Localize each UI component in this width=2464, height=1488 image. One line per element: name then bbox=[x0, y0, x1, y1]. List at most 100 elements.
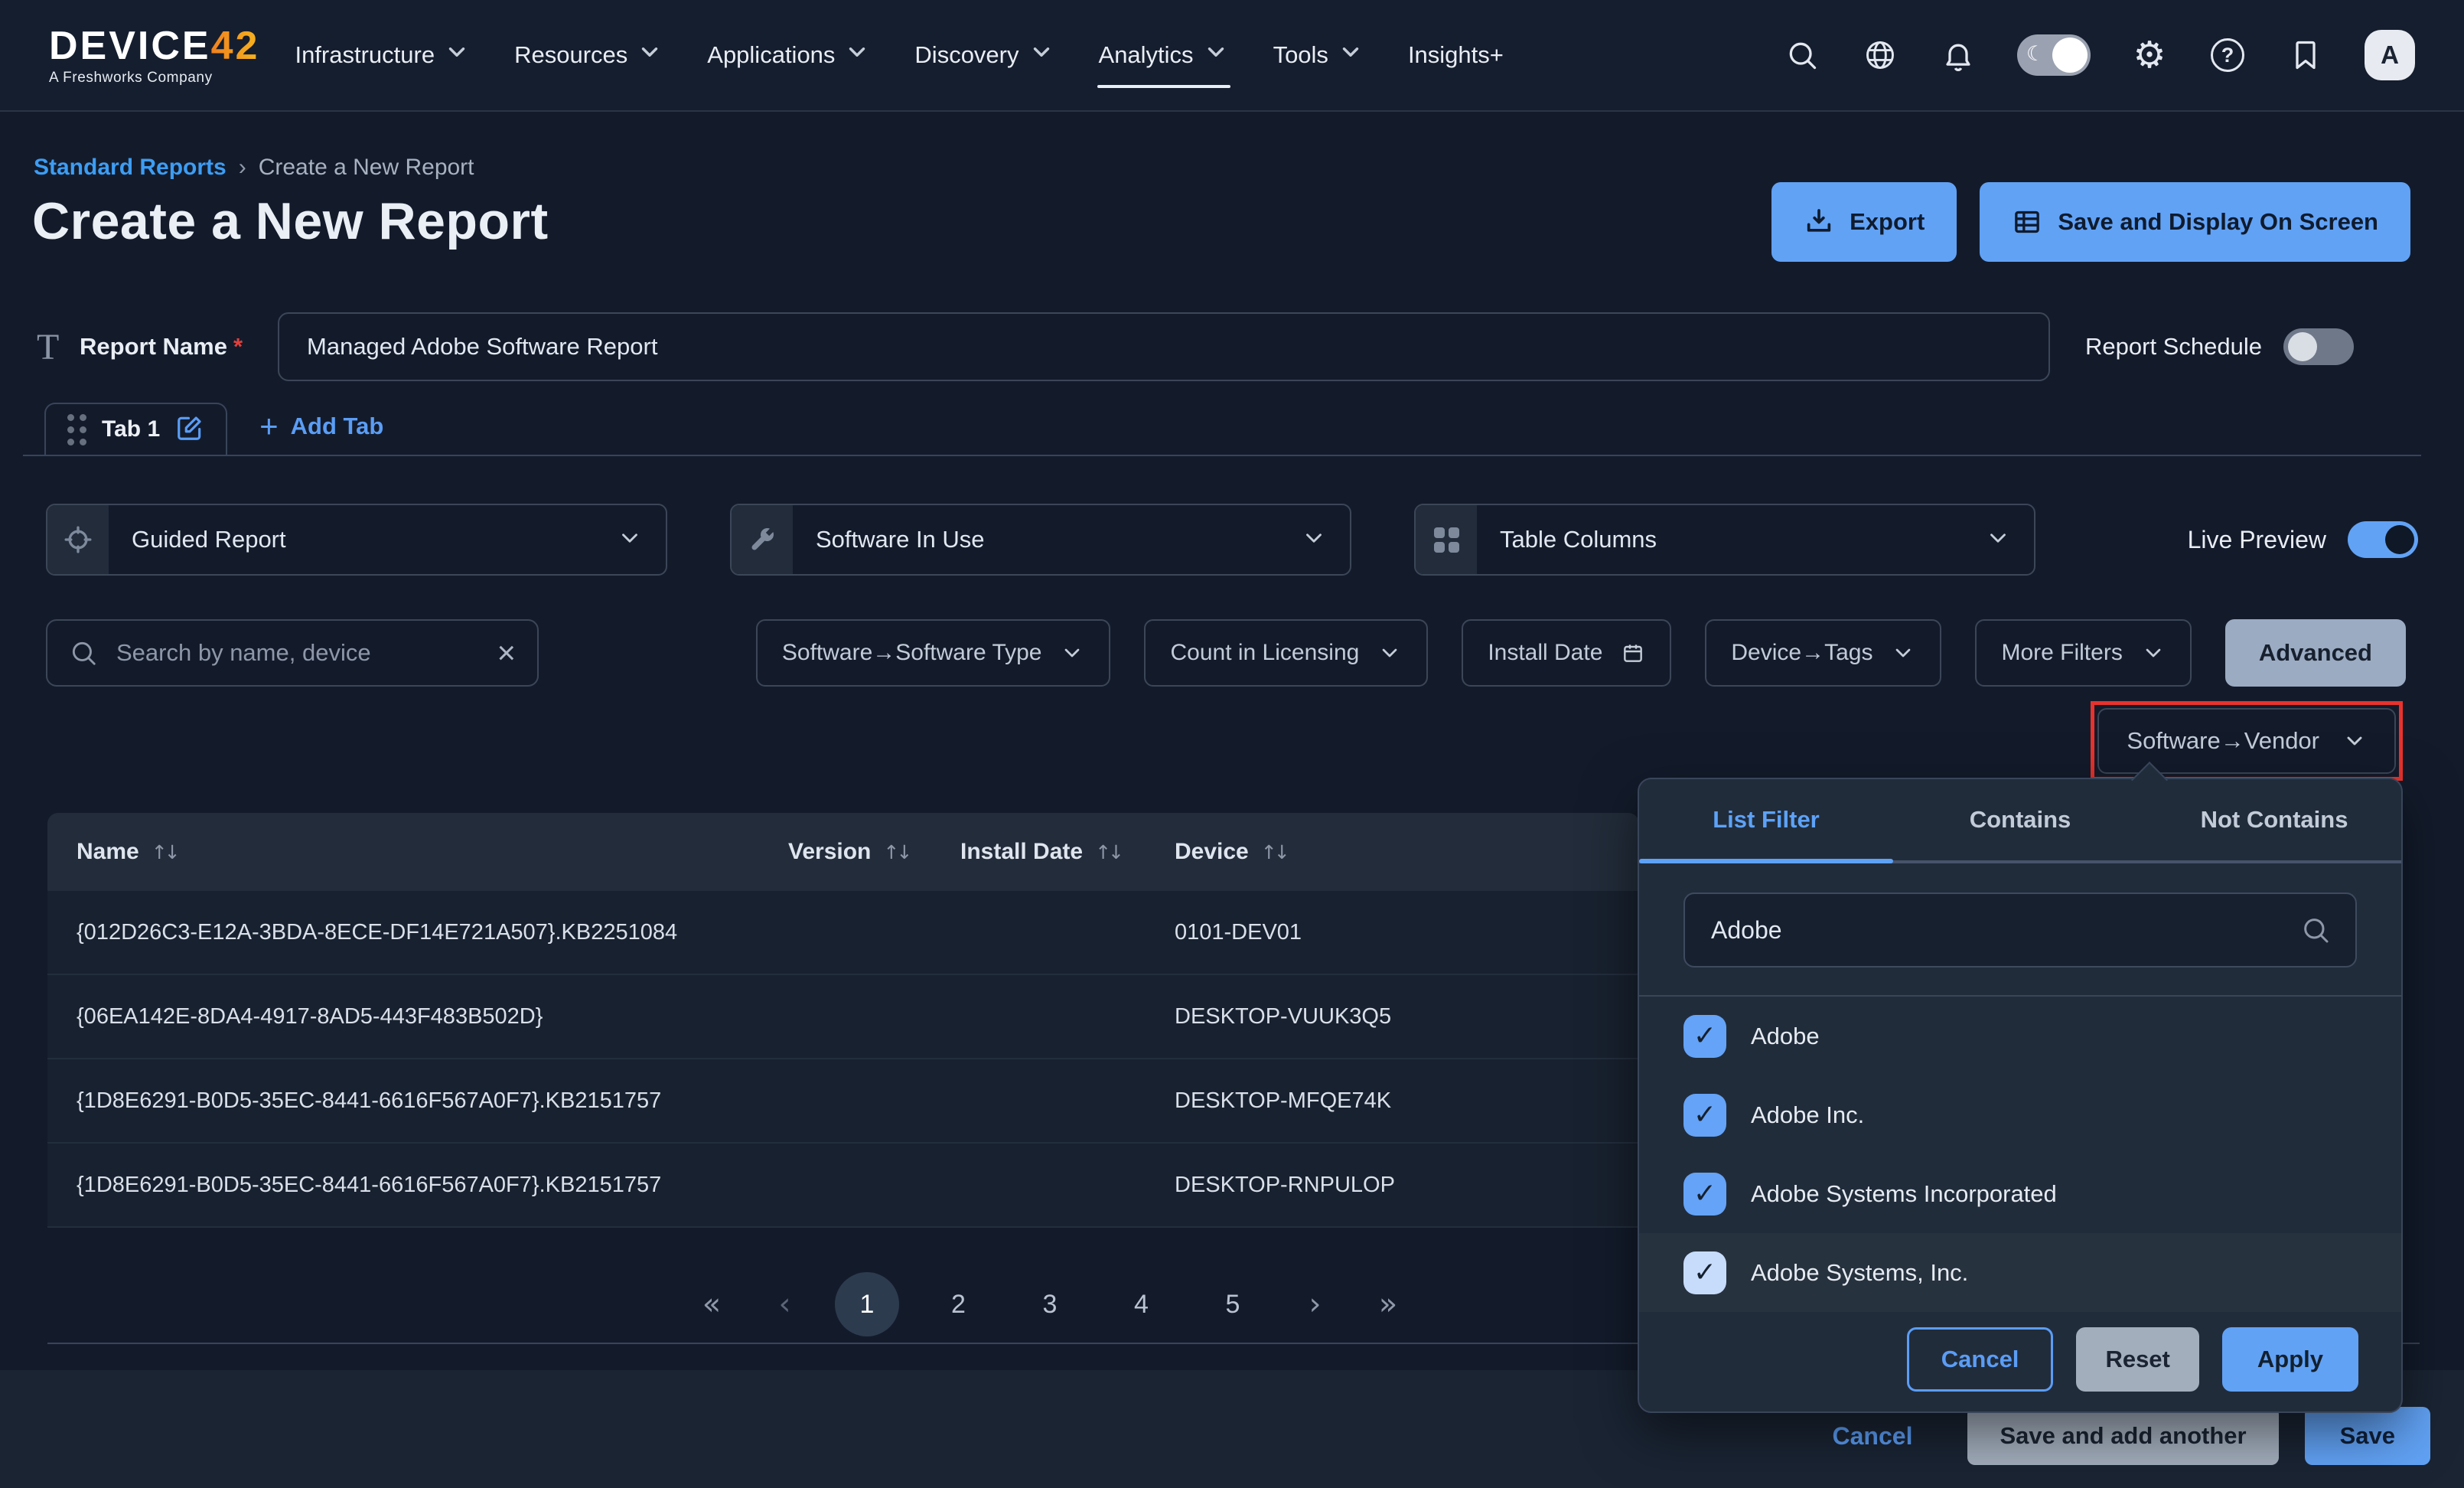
add-tab-button[interactable]: + Add Tab bbox=[259, 410, 383, 442]
filter-count-in-licensing[interactable]: Count in Licensing bbox=[1144, 619, 1428, 687]
list-item-adobe-systems-inc[interactable]: Adobe Systems, Inc. bbox=[1639, 1233, 2401, 1312]
table-row[interactable]: {06EA142E-8DA4-4917-8AD5-443F483B502D} D… bbox=[47, 975, 1639, 1059]
pagination-page-1[interactable]: 1 bbox=[835, 1272, 899, 1336]
clear-search-icon[interactable] bbox=[497, 637, 516, 669]
pagination-first[interactable]: « bbox=[689, 1287, 735, 1322]
checkbox-checked[interactable] bbox=[1683, 1094, 1726, 1137]
tab-contains[interactable]: Contains bbox=[1893, 779, 2147, 860]
top-navbar: DEVICE42 A Freshworks Company Infrastruc… bbox=[0, 0, 2464, 112]
advanced-button[interactable]: Advanced bbox=[2225, 619, 2406, 687]
checkbox-checked[interactable] bbox=[1683, 1015, 1726, 1058]
user-avatar[interactable]: A bbox=[2365, 30, 2415, 80]
checkbox-checked[interactable] bbox=[1683, 1251, 1726, 1294]
nav-item-analytics[interactable]: Analytics bbox=[1099, 27, 1229, 83]
column-header-version[interactable]: Version↑↓ bbox=[788, 839, 960, 865]
nav-item-resources[interactable]: Resources bbox=[514, 27, 663, 83]
brand-name: DEVICE bbox=[49, 24, 211, 68]
filter-install-date[interactable]: Install Date bbox=[1462, 619, 1671, 687]
search-icon[interactable] bbox=[1783, 36, 1821, 74]
sort-icon[interactable]: ↑↓ bbox=[1095, 841, 1121, 863]
cell-name: {06EA142E-8DA4-4917-8AD5-443F483B502D} bbox=[77, 1004, 788, 1030]
cancel-button[interactable]: Cancel bbox=[1804, 1407, 1942, 1465]
table-row[interactable]: {012D26C3-E12A-3BDA-8ECE-DF14E721A507}.K… bbox=[47, 891, 1639, 975]
target-icon bbox=[47, 505, 109, 574]
pagination-page-3[interactable]: 3 bbox=[1018, 1272, 1082, 1336]
globe-icon[interactable] bbox=[1861, 36, 1899, 74]
sort-icon[interactable]: ↑↓ bbox=[152, 841, 178, 863]
checkbox-checked[interactable] bbox=[1683, 1173, 1726, 1216]
chevron-down-icon bbox=[1338, 39, 1364, 71]
notifications-bell-icon[interactable] bbox=[1939, 36, 1977, 74]
save-and-add-another-button[interactable]: Save and add another bbox=[1967, 1407, 2278, 1465]
edit-pencil-icon[interactable] bbox=[175, 413, 204, 446]
save-button[interactable]: Save bbox=[2305, 1407, 2430, 1465]
data-source-select[interactable]: Software In Use bbox=[730, 504, 1351, 576]
filter-software-vendor[interactable]: Software→Vendor bbox=[2097, 708, 2396, 774]
export-button[interactable]: Export bbox=[1771, 182, 1957, 262]
save-and-display-button[interactable]: Save and Display On Screen bbox=[1980, 182, 2410, 262]
list-item-adobe-inc[interactable]: Adobe Inc. bbox=[1639, 1075, 2401, 1154]
drag-handle-icon[interactable] bbox=[67, 414, 86, 445]
filter-device-tags[interactable]: Device→Tags bbox=[1705, 619, 1941, 687]
vendor-search-box bbox=[1683, 892, 2357, 968]
filter-more-filters[interactable]: More Filters bbox=[1975, 619, 2191, 687]
vendor-options-list: Adobe Adobe Inc. Adobe Systems Incorpora… bbox=[1639, 997, 2401, 1312]
vendor-search-input[interactable] bbox=[1709, 915, 2300, 945]
theme-toggle-knob bbox=[2052, 38, 2088, 73]
columns-icon bbox=[1416, 505, 1477, 574]
column-header-name[interactable]: Name↑↓ bbox=[77, 839, 788, 865]
report-name-label: Report Name bbox=[80, 333, 227, 361]
navbar-utilities: ⚙ A bbox=[1783, 30, 2415, 80]
bookmark-icon[interactable] bbox=[2286, 36, 2325, 74]
vendor-apply-button[interactable]: Apply bbox=[2222, 1327, 2358, 1392]
list-item-adobe-systems-incorporated[interactable]: Adobe Systems Incorporated bbox=[1639, 1154, 2401, 1233]
table-columns-select[interactable]: Table Columns bbox=[1414, 504, 2035, 576]
pagination-page-4[interactable]: 4 bbox=[1110, 1272, 1174, 1336]
cell-device: DESKTOP-MFQE74K bbox=[1175, 1088, 1639, 1114]
pagination-prev[interactable]: ‹ bbox=[762, 1287, 808, 1322]
chevron-down-icon bbox=[1060, 641, 1084, 665]
filter-software-type[interactable]: Software→Software Type bbox=[756, 619, 1111, 687]
cell-name: {012D26C3-E12A-3BDA-8ECE-DF14E721A507}.K… bbox=[77, 920, 788, 945]
column-header-install-date[interactable]: Install Date↑↓ bbox=[960, 839, 1175, 865]
table-row[interactable]: {1D8E6291-B0D5-35EC-8441-6616F567A0F7}.K… bbox=[47, 1144, 1639, 1228]
settings-gear-icon[interactable]: ⚙ bbox=[2130, 36, 2169, 74]
nav-item-infrastructure[interactable]: Infrastructure bbox=[295, 27, 470, 83]
sort-icon[interactable]: ↑↓ bbox=[1261, 841, 1287, 863]
help-icon[interactable] bbox=[2208, 36, 2247, 74]
report-schedule: Report Schedule bbox=[2085, 328, 2354, 365]
tab-list-filter[interactable]: List Filter bbox=[1639, 779, 1893, 860]
vendor-filter-annotation: Software→Vendor bbox=[2091, 701, 2403, 781]
download-icon bbox=[1804, 207, 1834, 237]
wrench-icon bbox=[732, 505, 793, 574]
pagination-page-5[interactable]: 5 bbox=[1201, 1272, 1265, 1336]
breadcrumb-standard-reports[interactable]: Standard Reports bbox=[34, 155, 227, 181]
column-header-device[interactable]: Device↑↓ bbox=[1175, 839, 1639, 865]
table-row[interactable]: {1D8E6291-B0D5-35EC-8441-6616F567A0F7}.K… bbox=[47, 1059, 1639, 1144]
report-schedule-toggle[interactable] bbox=[2283, 328, 2354, 365]
list-item-adobe[interactable]: Adobe bbox=[1639, 997, 2401, 1075]
report-name-input[interactable] bbox=[278, 312, 2050, 381]
chevron-down-icon bbox=[1377, 641, 1402, 665]
search-input[interactable] bbox=[115, 638, 480, 667]
pagination-next[interactable]: › bbox=[1292, 1287, 1338, 1322]
cell-name: {1D8E6291-B0D5-35EC-8441-6616F567A0F7}.K… bbox=[77, 1173, 788, 1198]
pagination-page-2[interactable]: 2 bbox=[927, 1272, 991, 1336]
device42-logo[interactable]: DEVICE42 A Freshworks Company bbox=[49, 26, 259, 85]
table-header: Name↑↓ Version↑↓ Install Date↑↓ Device↑↓ bbox=[47, 813, 1639, 891]
report-type-select[interactable]: Guided Report bbox=[46, 504, 667, 576]
nav-item-applications[interactable]: Applications bbox=[707, 27, 870, 83]
report-schedule-label: Report Schedule bbox=[2085, 333, 2262, 361]
nav-item-discovery[interactable]: Discovery bbox=[914, 27, 1054, 83]
sort-icon[interactable]: ↑↓ bbox=[883, 841, 909, 863]
tab-not-contains[interactable]: Not Contains bbox=[2147, 779, 2401, 860]
live-preview-toggle[interactable] bbox=[2348, 521, 2418, 558]
vendor-cancel-button[interactable]: Cancel bbox=[1907, 1327, 2054, 1392]
theme-toggle[interactable] bbox=[2017, 34, 2091, 76]
tab-1[interactable]: Tab 1 bbox=[44, 403, 227, 455]
breadcrumb-current: Create a New Report bbox=[259, 155, 474, 181]
pagination-last[interactable]: » bbox=[1365, 1287, 1411, 1322]
nav-item-insights[interactable]: Insights+ bbox=[1408, 29, 1504, 81]
vendor-reset-button[interactable]: Reset bbox=[2076, 1327, 2198, 1392]
nav-item-tools[interactable]: Tools bbox=[1273, 27, 1364, 83]
